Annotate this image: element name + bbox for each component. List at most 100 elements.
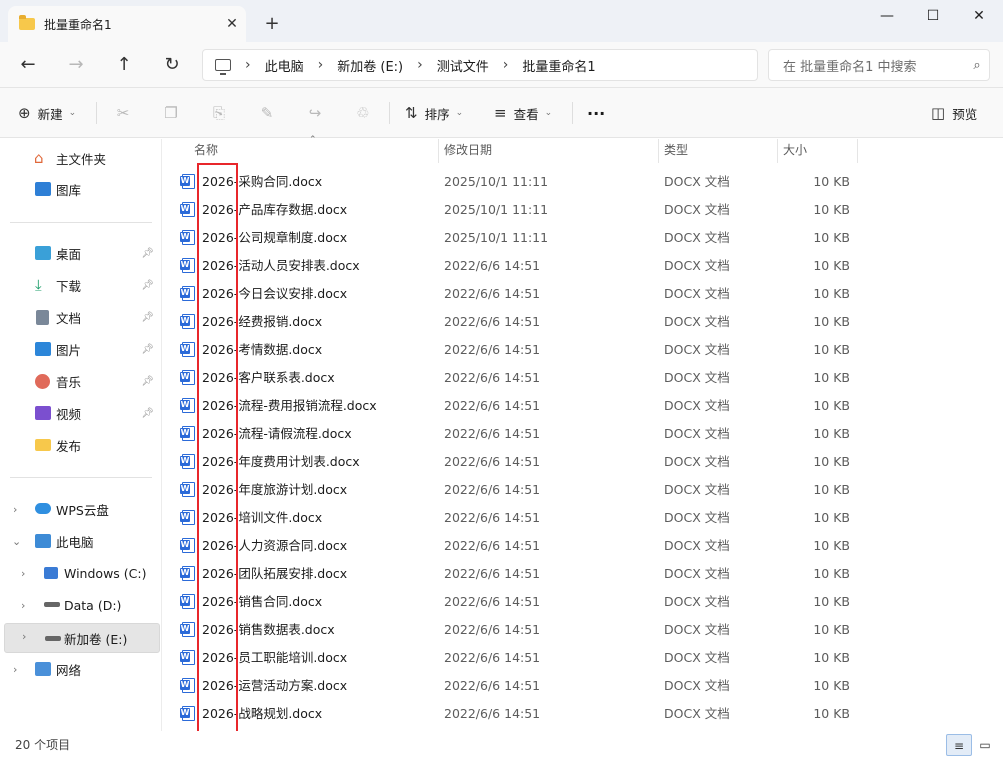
address-bar[interactable]: › 此电脑 › 新加卷 (E:) › 测试文件 › 批量重命名1 xyxy=(202,49,758,81)
item-count: 20 个项目 xyxy=(15,738,71,752)
forward-button[interactable]: → xyxy=(58,50,94,80)
sidebar-item-home[interactable]: ⌂ 主文件夹 xyxy=(4,144,160,172)
breadcrumb-current-folder[interactable]: 批量重命名1 xyxy=(522,56,595,75)
minimize-button[interactable]: — xyxy=(864,0,910,32)
tab-batch-rename[interactable]: 批量重命名1 ✕ xyxy=(8,6,246,42)
column-divider[interactable] xyxy=(658,139,659,163)
file-modified-date: 2022/6/6 14:51 xyxy=(444,622,541,637)
file-type: DOCX 文档 xyxy=(664,706,730,721)
tiles-view-button[interactable]: ▭ xyxy=(972,734,998,756)
table-row[interactable]: 2026-人力资源合同.docx2022/6/6 14:51DOCX 文档10 … xyxy=(178,532,858,560)
word-document-icon xyxy=(180,174,195,189)
sidebar-item-network[interactable]: › 网络 xyxy=(4,655,160,683)
sidebar-item-gallery[interactable]: 图库 xyxy=(4,175,160,203)
table-row[interactable]: 2026-流程-费用报销流程.docx2022/6/6 14:51DOCX 文档… xyxy=(178,392,858,420)
table-row[interactable]: 2026-产品库存数据.docx2025/10/1 11:11DOCX 文档10… xyxy=(178,196,858,224)
file-modified-date: 2025/10/1 11:11 xyxy=(444,230,549,245)
new-button[interactable]: ⊕ 新建 ⌄ xyxy=(18,100,76,126)
back-button[interactable]: ← xyxy=(10,50,46,80)
sidebar-item-drive-c[interactable]: › Windows (C:) xyxy=(4,559,160,587)
table-row[interactable]: 2026-运营活动方案.docx2022/6/6 14:51DOCX 文档10 … xyxy=(178,672,858,700)
column-header-date[interactable]: 修改日期 xyxy=(444,139,654,163)
sidebar-item-documents[interactable]: 文档 📌︎ xyxy=(4,303,160,331)
table-row[interactable]: 2026-采购合同.docx2025/10/1 11:11DOCX 文档10 K… xyxy=(178,168,858,196)
column-header-type[interactable]: 类型 xyxy=(664,139,774,163)
breadcrumb-this-pc[interactable]: 此电脑 xyxy=(265,56,304,75)
pin-icon[interactable]: 📌︎ xyxy=(141,344,154,355)
breadcrumb-test-files[interactable]: 测试文件 xyxy=(437,56,489,75)
table-row[interactable]: 2026-客户联系表.docx2022/6/6 14:51DOCX 文档10 K… xyxy=(178,364,858,392)
maximize-button[interactable]: ☐ xyxy=(910,0,956,32)
share-button[interactable]: ↪ xyxy=(299,100,331,126)
table-row[interactable]: 2026-活动人员安排表.docx2022/6/6 14:51DOCX 文档10… xyxy=(178,252,858,280)
desktop-icon xyxy=(35,246,51,260)
sidebar-item-this-pc[interactable]: ⌄ 此电脑 xyxy=(4,527,160,555)
file-type: DOCX 文档 xyxy=(664,230,730,245)
up-button[interactable]: ↑ xyxy=(106,50,142,80)
table-row[interactable]: 2026-流程-请假流程.docx2022/6/6 14:51DOCX 文档10… xyxy=(178,420,858,448)
sidebar-item-music[interactable]: 音乐 📌︎ xyxy=(4,367,160,395)
copy-button[interactable]: ❐ xyxy=(155,100,187,126)
table-row[interactable]: 2026-销售数据表.docx2022/6/6 14:51DOCX 文档10 K… xyxy=(178,616,858,644)
column-divider[interactable] xyxy=(438,139,439,163)
pin-icon[interactable]: 📌︎ xyxy=(141,280,154,291)
cut-button[interactable]: ✂ xyxy=(107,100,139,126)
sidebar-item-publish[interactable]: 发布 xyxy=(4,431,160,459)
table-row[interactable]: 2026-公司规章制度.docx2025/10/1 11:11DOCX 文档10… xyxy=(178,224,858,252)
sidebar-item-pictures[interactable]: 图片 📌︎ xyxy=(4,335,160,363)
plus-circle-icon: ⊕ xyxy=(18,104,31,122)
word-document-icon xyxy=(180,230,195,245)
chevron-right-icon[interactable]: › xyxy=(13,663,17,676)
details-view-button[interactable]: ≡ xyxy=(946,734,972,756)
chevron-right-icon[interactable]: › xyxy=(21,599,25,612)
table-row[interactable]: 2026-团队拓展安排.docx2022/6/6 14:51DOCX 文档10 … xyxy=(178,560,858,588)
pin-icon[interactable]: 📌︎ xyxy=(141,312,154,323)
pin-icon[interactable]: 📌︎ xyxy=(141,376,154,387)
sidebar-item-drive-e[interactable]: › 新加卷 (E:) xyxy=(4,623,160,653)
chevron-right-icon[interactable]: › xyxy=(13,503,17,516)
sidebar-item-wps-cloud[interactable]: › WPS云盘 xyxy=(4,495,160,523)
view-button[interactable]: ≡ 查看 ⌄ xyxy=(494,100,552,126)
chevron-right-icon[interactable]: › xyxy=(21,567,25,580)
file-modified-date: 2022/6/6 14:51 xyxy=(444,398,541,413)
sidebar-item-desktop[interactable]: 桌面 📌︎ xyxy=(4,239,160,267)
pin-icon[interactable]: 📌︎ xyxy=(141,408,154,419)
table-row[interactable]: 2026-年度旅游计划.docx2022/6/6 14:51DOCX 文档10 … xyxy=(178,476,858,504)
table-row[interactable]: 2026-考情数据.docx2022/6/6 14:51DOCX 文档10 KB xyxy=(178,336,858,364)
refresh-button[interactable]: ↻ xyxy=(154,50,190,80)
delete-button[interactable]: ♲ xyxy=(347,100,379,126)
new-tab-button[interactable]: + xyxy=(258,11,286,37)
column-divider[interactable] xyxy=(857,139,858,163)
sort-button[interactable]: ⇅ 排序 ⌄ xyxy=(405,100,463,126)
breadcrumb-drive-e[interactable]: 新加卷 (E:) xyxy=(337,56,403,75)
more-options-button[interactable]: ··· xyxy=(587,100,605,126)
paste-button[interactable]: ⎘ xyxy=(203,100,235,126)
table-row[interactable]: 2026-经费报销.docx2022/6/6 14:51DOCX 文档10 KB xyxy=(178,308,858,336)
table-row[interactable]: 2026-销售合同.docx2022/6/6 14:51DOCX 文档10 KB xyxy=(178,588,858,616)
home-icon: ⌂ xyxy=(34,149,44,167)
sidebar-item-videos[interactable]: 视频 📌︎ xyxy=(4,399,160,427)
close-window-button[interactable]: ✕ xyxy=(956,0,1002,32)
word-document-icon xyxy=(180,594,195,609)
sidebar-item-downloads[interactable]: ⤓ 下载 📌︎ xyxy=(4,271,160,299)
table-row[interactable]: 2026-培训文件.docx2022/6/6 14:51DOCX 文档10 KB xyxy=(178,504,858,532)
column-header-name[interactable]: 名称 xyxy=(194,139,434,163)
column-header-size[interactable]: 大小 xyxy=(783,139,853,163)
table-row[interactable]: 2026-今日会议安排.docx2022/6/6 14:51DOCX 文档10 … xyxy=(178,280,858,308)
sidebar-item-drive-d[interactable]: › Data (D:) xyxy=(4,591,160,619)
tab-close-icon[interactable]: ✕ xyxy=(218,16,246,32)
table-row[interactable]: 2026-战略规划.docx2022/6/6 14:51DOCX 文档10 KB xyxy=(178,700,858,728)
preview-pane-button[interactable]: ◫ 预览 xyxy=(931,100,977,126)
search-box[interactable]: 在 批量重命名1 中搜索 ⌕ xyxy=(768,49,990,81)
rename-button[interactable]: ✎ xyxy=(251,100,283,126)
table-row[interactable]: 2026-年度费用计划表.docx2022/6/6 14:51DOCX 文档10… xyxy=(178,448,858,476)
chevron-right-icon[interactable]: › xyxy=(22,630,26,643)
search-input[interactable]: 在 批量重命名1 中搜索 xyxy=(783,56,965,75)
pin-icon[interactable]: 📌︎ xyxy=(141,248,154,259)
word-document-icon xyxy=(180,202,195,217)
file-size: 10 KB xyxy=(813,622,850,637)
column-divider[interactable] xyxy=(777,139,778,163)
file-modified-date: 2025/10/1 11:11 xyxy=(444,202,549,217)
chevron-down-icon[interactable]: ⌄ xyxy=(12,535,21,548)
table-row[interactable]: 2026-员工职能培训.docx2022/6/6 14:51DOCX 文档10 … xyxy=(178,644,858,672)
